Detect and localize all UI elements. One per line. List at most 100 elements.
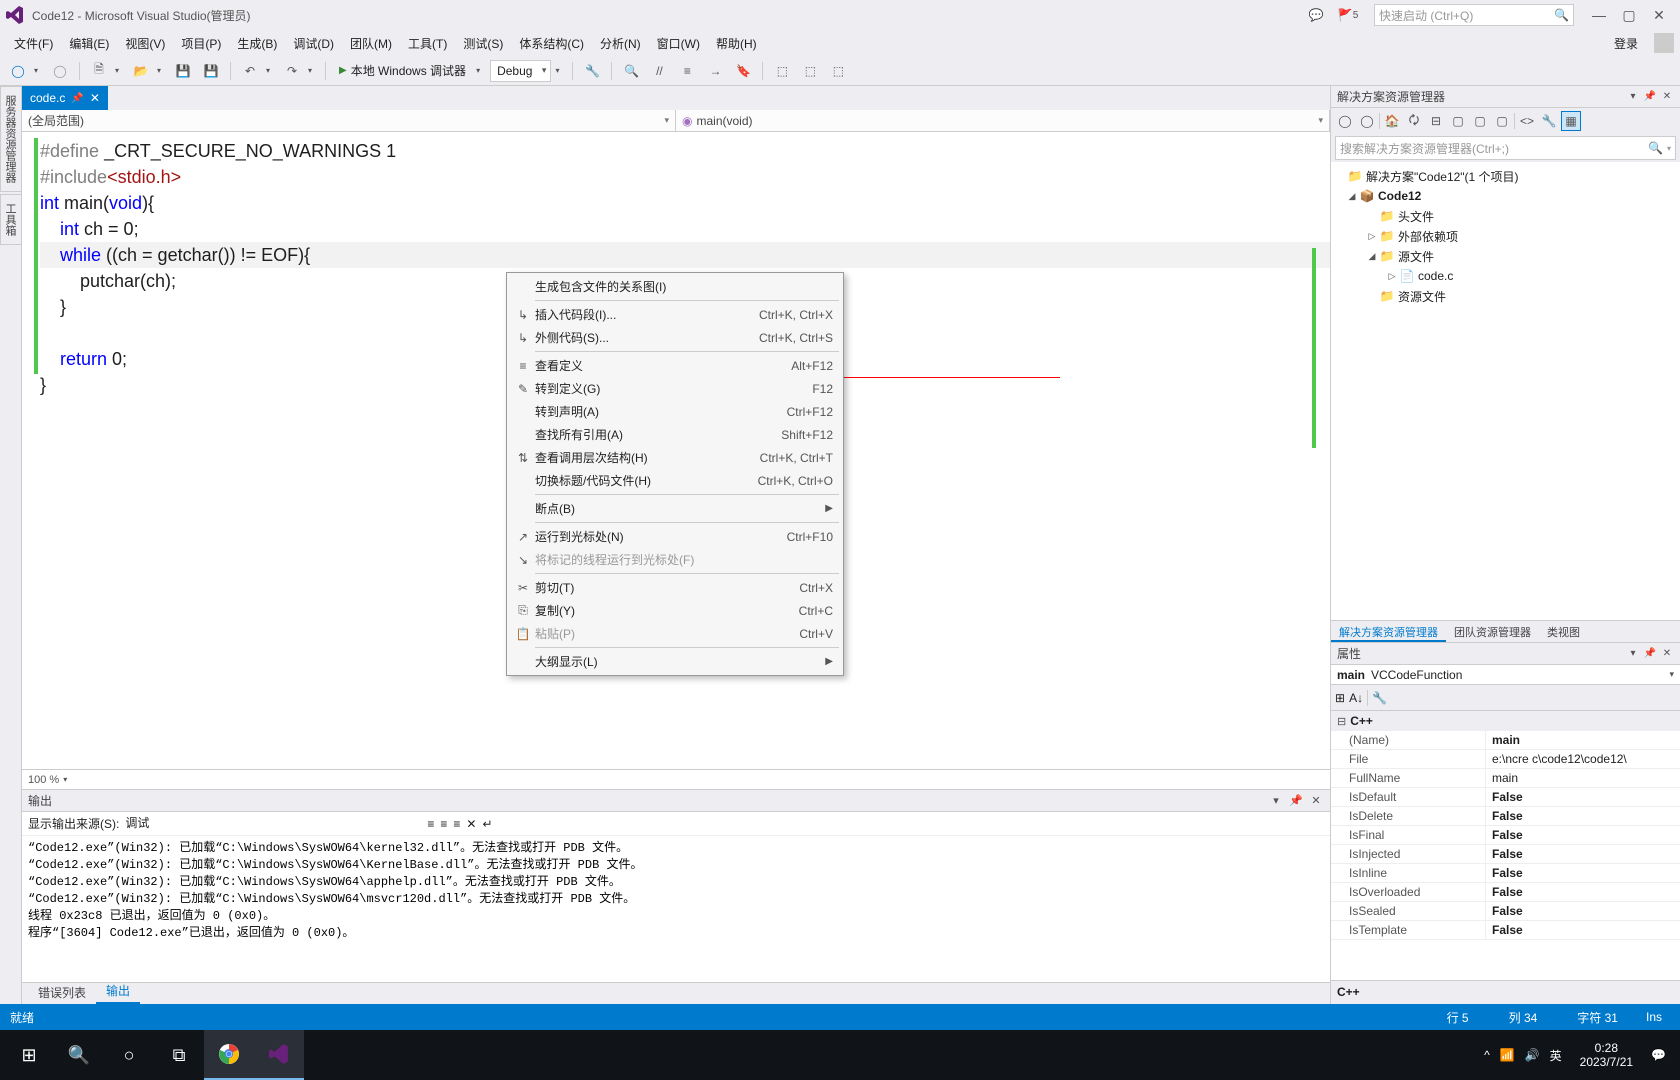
comment-button[interactable]: // bbox=[647, 59, 671, 83]
start-debug-button[interactable]: 本地 Windows 调试器 bbox=[333, 62, 472, 79]
menu-edit[interactable]: 编辑(E) bbox=[61, 31, 117, 56]
se-btn4[interactable]: ▢ bbox=[1448, 111, 1468, 131]
menu-debug[interactable]: 调试(D) bbox=[285, 31, 342, 56]
props-pin-icon[interactable]: 📌 bbox=[1643, 648, 1657, 659]
output-pin-icon[interactable]: 📌 bbox=[1288, 794, 1304, 807]
soln-tab-team[interactable]: 团队资源管理器 bbox=[1446, 621, 1539, 642]
props-cat-icon[interactable]: ⊞ bbox=[1335, 691, 1345, 705]
props-close-icon[interactable]: ✕ bbox=[1660, 648, 1674, 659]
pin-icon[interactable]: 📌 bbox=[71, 93, 83, 104]
props-dropdown-icon[interactable]: ▾ bbox=[1626, 648, 1640, 659]
start-button[interactable]: ⊞ bbox=[4, 1030, 54, 1080]
error-list-tab[interactable]: 错误列表 bbox=[28, 981, 96, 1004]
menu-analyze[interactable]: 分析(N) bbox=[592, 31, 649, 56]
se-fwd-icon[interactable]: ◯ bbox=[1357, 111, 1377, 131]
zoom-indicator[interactable]: 100 % ▾ bbox=[22, 769, 1330, 789]
minimize-button[interactable]: — bbox=[1584, 7, 1614, 23]
solution-search-input[interactable]: 搜索解决方案资源管理器(Ctrl+;)🔍▾ bbox=[1335, 136, 1676, 160]
menu-view[interactable]: 视图(V) bbox=[117, 31, 173, 56]
out-btn2[interactable]: ≡ bbox=[440, 817, 447, 831]
indent-button[interactable]: → bbox=[703, 59, 727, 83]
save-button[interactable]: 💾 bbox=[171, 59, 195, 83]
ctx-item[interactable]: ✂剪切(T)Ctrl+X bbox=[507, 576, 843, 599]
undo-button[interactable]: ↶ bbox=[238, 59, 262, 83]
ctx-item[interactable]: ✎转到定义(G)F12 bbox=[507, 377, 843, 400]
system-tray[interactable]: ^ 📶 🔊 英 0:282023/7/21 💬 bbox=[1474, 1041, 1676, 1069]
se-back-icon[interactable]: ◯ bbox=[1335, 111, 1355, 131]
ctx-item[interactable]: 查找所有引用(A)Shift+F12 bbox=[507, 423, 843, 446]
uncomment-button[interactable]: ≡ bbox=[675, 59, 699, 83]
props-az-icon[interactable]: A↓ bbox=[1349, 691, 1363, 705]
process-button[interactable]: 🔧 bbox=[580, 59, 604, 83]
tray-up-icon[interactable]: ^ bbox=[1484, 1048, 1490, 1062]
close-button[interactable]: ✕ bbox=[1644, 7, 1674, 24]
tray-sound-icon[interactable]: 🔊 bbox=[1525, 1048, 1540, 1062]
ctx-item[interactable]: 大纲显示(L)▶ bbox=[507, 650, 843, 673]
find-button[interactable]: 🔍 bbox=[619, 59, 643, 83]
task-view-button[interactable]: ⧉ bbox=[154, 1030, 204, 1080]
tab-close-icon[interactable]: ✕ bbox=[90, 91, 100, 105]
menu-help[interactable]: 帮助(H) bbox=[708, 31, 765, 56]
tray-ime[interactable]: 英 bbox=[1550, 1047, 1562, 1064]
se-wrench-icon[interactable]: 🔧 bbox=[1539, 111, 1559, 131]
save-all-button[interactable]: 💾 bbox=[199, 59, 223, 83]
scope-selector[interactable]: (全局范围) bbox=[22, 110, 676, 131]
se-home-icon[interactable]: 🏠 bbox=[1382, 111, 1402, 131]
member-selector[interactable]: ◉main(void) bbox=[676, 110, 1330, 131]
ctx-item[interactable]: ↳插入代码段(I)...Ctrl+K, Ctrl+X bbox=[507, 303, 843, 326]
se-btn5[interactable]: ▢ bbox=[1470, 111, 1490, 131]
ctx-item[interactable]: 📋粘贴(P)Ctrl+V bbox=[507, 622, 843, 645]
soln-tab-class[interactable]: 类视图 bbox=[1539, 621, 1588, 642]
menu-tools[interactable]: 工具(T) bbox=[400, 31, 455, 56]
notifications-icon[interactable]: 💬 bbox=[1651, 1048, 1666, 1062]
new-project-button[interactable]: 🗎 bbox=[87, 59, 111, 83]
se-refresh-icon[interactable]: 🗘 bbox=[1404, 111, 1424, 131]
ctx-item[interactable]: ⇅查看调用层次结构(H)Ctrl+K, Ctrl+T bbox=[507, 446, 843, 469]
nav-back-button[interactable]: ◯ bbox=[6, 59, 30, 83]
soln-tab-explorer[interactable]: 解决方案资源管理器 bbox=[1331, 621, 1446, 642]
out-wrap-button[interactable]: ↵ bbox=[482, 817, 492, 831]
misc3-button[interactable]: ⬚ bbox=[826, 59, 850, 83]
flag-notification-icon[interactable]: 🚩5 bbox=[1338, 5, 1358, 25]
se-dropdown-icon[interactable]: ▾ bbox=[1626, 91, 1640, 102]
misc2-button[interactable]: ⬚ bbox=[798, 59, 822, 83]
vs-taskbar-icon[interactable] bbox=[254, 1030, 304, 1080]
ctx-item[interactable]: ⎘复制(Y)Ctrl+C bbox=[507, 599, 843, 622]
misc1-button[interactable]: ⬚ bbox=[770, 59, 794, 83]
menu-team[interactable]: 团队(M) bbox=[342, 31, 400, 56]
out-btn1[interactable]: ≡ bbox=[427, 817, 434, 831]
ctx-item[interactable]: 转到声明(A)Ctrl+F12 bbox=[507, 400, 843, 423]
menu-file[interactable]: 文件(F) bbox=[6, 31, 61, 56]
properties-grid[interactable]: C++ (Name)mainFilee:\ncre c\code12\code1… bbox=[1331, 711, 1680, 980]
doc-tab-codec[interactable]: code.c 📌 ✕ bbox=[22, 86, 108, 110]
out-btn3[interactable]: ≡ bbox=[453, 817, 460, 831]
server-explorer-tab[interactable]: 服务器资源管理器 bbox=[0, 86, 21, 192]
ctx-item[interactable]: 断点(B)▶ bbox=[507, 497, 843, 520]
tray-wifi-icon[interactable]: 📶 bbox=[1500, 1048, 1515, 1062]
search-button[interactable]: 🔍 bbox=[54, 1030, 104, 1080]
menu-window[interactable]: 窗口(W) bbox=[649, 31, 708, 56]
se-showall-icon[interactable]: ▦ bbox=[1561, 111, 1581, 131]
output-source-select[interactable]: 调试 bbox=[125, 814, 415, 834]
ctx-item[interactable]: 切换标题/代码文件(H)Ctrl+K, Ctrl+O bbox=[507, 469, 843, 492]
redo-button[interactable]: ↷ bbox=[280, 59, 304, 83]
solution-tree[interactable]: 📁解决方案"Code12"(1 个项目) ◢📦Code12 📁头文件 ▷📁外部依… bbox=[1331, 162, 1680, 620]
menu-build[interactable]: 生成(B) bbox=[229, 31, 285, 56]
nav-fwd-button[interactable]: ◯ bbox=[48, 59, 72, 83]
menu-arch[interactable]: 体系结构(C) bbox=[511, 31, 592, 56]
maximize-button[interactable]: ▢ bbox=[1614, 7, 1644, 24]
ctx-item[interactable]: ↳外侧代码(S)...Ctrl+K, Ctrl+S bbox=[507, 326, 843, 349]
se-close-icon[interactable]: ✕ bbox=[1660, 91, 1674, 102]
tray-clock[interactable]: 0:282023/7/21 bbox=[1572, 1041, 1641, 1069]
menu-test[interactable]: 测试(S) bbox=[455, 31, 511, 56]
se-btn6[interactable]: ▢ bbox=[1492, 111, 1512, 131]
ctx-item[interactable]: ≡查看定义Alt+F12 bbox=[507, 354, 843, 377]
output-content[interactable]: “Code12.exe”(Win32): 已加载“C:\Windows\SysW… bbox=[22, 836, 1330, 982]
output-dropdown-icon[interactable]: ▾ bbox=[1268, 794, 1284, 807]
ctx-item[interactable]: ↘将标记的线程运行到光标处(F) bbox=[507, 548, 843, 571]
chrome-taskbar-icon[interactable] bbox=[204, 1030, 254, 1080]
open-file-button[interactable]: 📂 bbox=[129, 59, 153, 83]
ctx-item[interactable]: 生成包含文件的关系图(I) bbox=[507, 275, 843, 298]
out-clear-button[interactable]: ✕ bbox=[466, 817, 476, 831]
menu-project[interactable]: 项目(P) bbox=[173, 31, 229, 56]
